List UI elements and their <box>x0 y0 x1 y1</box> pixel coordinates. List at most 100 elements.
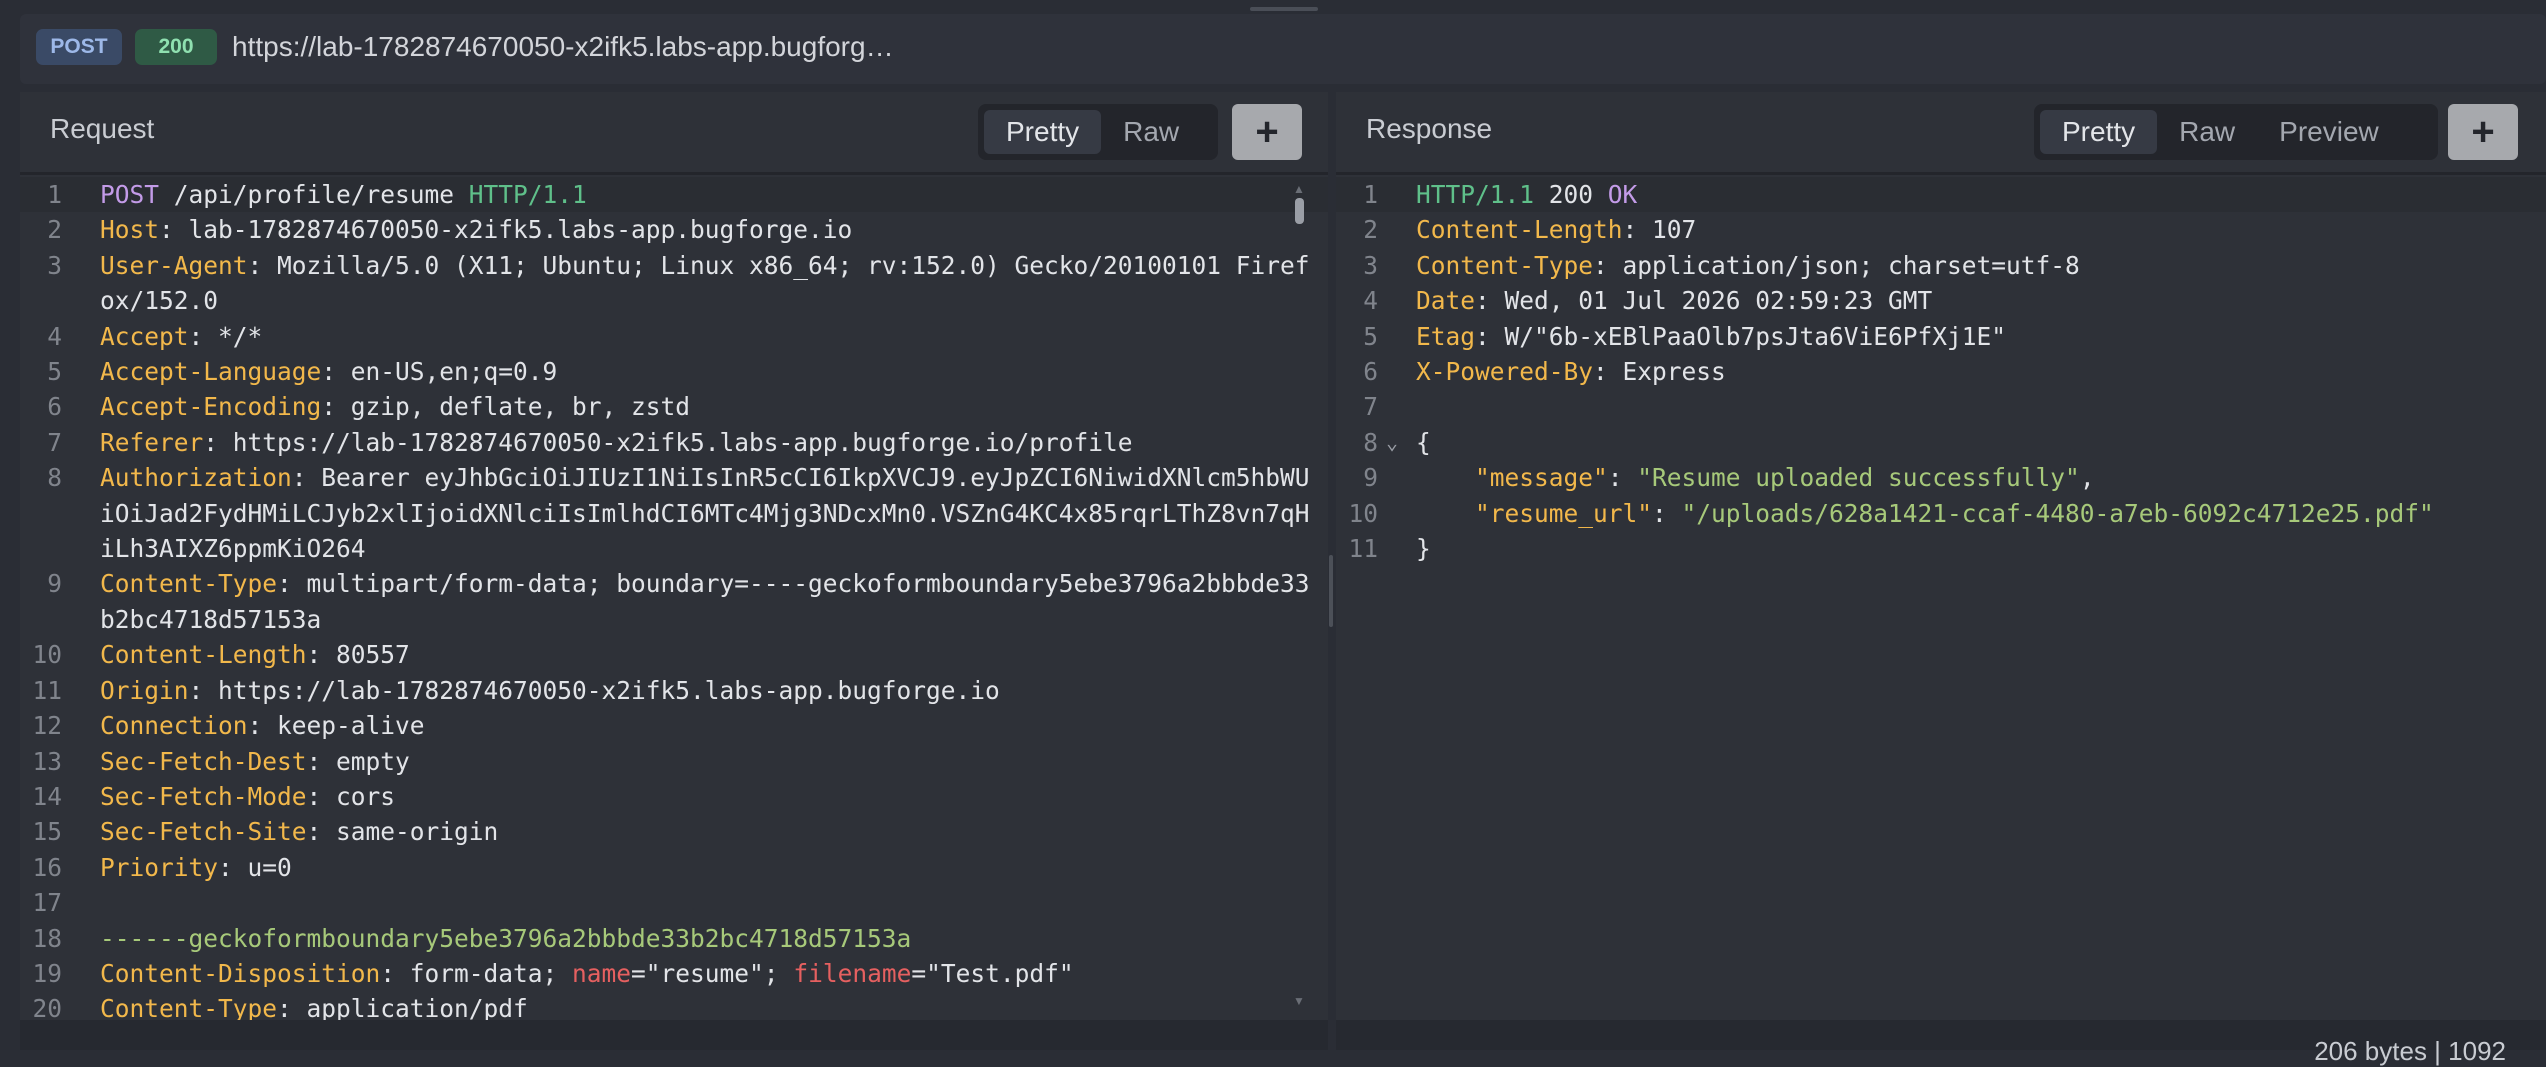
line-text: ------geckoformboundary5ebe3796a2bbbde33… <box>100 921 1315 956</box>
code-line: 2 Content-Length: 107 <box>1336 212 2546 247</box>
line-number: 16 <box>32 852 62 882</box>
line-text: Accept: */* <box>100 319 1315 354</box>
line-number: 5 <box>47 357 62 387</box>
line-number: 12 <box>32 711 62 741</box>
line-number: 5 <box>1363 321 1378 351</box>
request-view-tabs: Pretty Raw <box>978 104 1218 160</box>
response-viewer[interactable]: 1 HTTP/1.1 200 OK 2 Content-Length: 107 3 Con… <box>1336 177 2546 1050</box>
response-add-button[interactable]: + <box>2448 104 2518 160</box>
token: Referer <box>100 427 204 457</box>
token: HTTP/1.1 <box>468 180 587 209</box>
scroll-up-icon[interactable]: ▲ <box>1293 182 1305 196</box>
token: : Mozilla/5.0 (X11; Ubuntu; Linux x86_64… <box>100 250 1310 316</box>
line-number: 1 <box>47 180 62 209</box>
request-url-bar: POST 200 https://lab-1782874670050-x2ifk… <box>20 14 2546 84</box>
code-line: 10 Content-Length: 80557 <box>20 637 1328 672</box>
token: : u=0 <box>218 852 292 882</box>
line-text: { <box>1416 425 2546 460</box>
line-number: 10 <box>1348 498 1378 528</box>
code-line: 3 Content-Type: application/json; charset… <box>1336 248 2546 283</box>
scroll-thumb[interactable] <box>1295 198 1304 224</box>
token: "Resume uploaded successfully" <box>1637 463 2080 493</box>
line-text: X-Powered-By: Express <box>1416 354 2546 389</box>
token: Content-Length <box>100 640 307 670</box>
token: Date <box>1416 286 1476 316</box>
line-text: Referer: https://lab-1782874670050-x2ifk… <box>100 425 1315 460</box>
token: Host <box>100 215 160 245</box>
code-line: 13 Sec-Fetch-Dest: empty <box>20 744 1328 779</box>
line-text: Date: Wed, 01 Jul 2026 02:59:23 GMT <box>1416 283 2546 318</box>
request-footer <box>20 1020 1328 1050</box>
code-line: 8 ⌄ { <box>1336 425 2546 460</box>
request-add-button[interactable]: + <box>1232 104 1302 160</box>
request-pane-title: Request <box>50 113 155 144</box>
token: OK <box>1607 180 1638 209</box>
token: Content-Type <box>100 569 278 599</box>
top-resize-grip[interactable] <box>0 0 2546 12</box>
line-number: 14 <box>32 781 62 811</box>
request-scrollbar[interactable]: ▲ ▼ <box>1292 180 1306 1008</box>
line-number: 7 <box>1363 392 1378 422</box>
request-url[interactable]: https://lab-1782874670050-x2ifk5.labs-ap… <box>232 31 894 63</box>
token: Content-Disposition <box>100 958 381 988</box>
token: : same-origin <box>306 817 499 847</box>
token: ="resume"; <box>631 958 794 988</box>
token: "message" <box>1475 463 1608 493</box>
grip-handle[interactable] <box>1250 7 1318 11</box>
line-number: 6 <box>47 392 62 422</box>
line-text: Sec-Fetch-Mode: cors <box>100 779 1315 814</box>
code-line: 8 Authorization: Bearer eyJhbGciOiJIUzI1N… <box>20 460 1328 566</box>
line-text: HTTP/1.1 200 OK <box>1416 177 2546 212</box>
tab-raw[interactable]: Raw <box>1101 110 1201 154</box>
line-text: "resume_url": "/uploads/628a1421-ccaf-44… <box>1416 496 2546 531</box>
line-number: 8 <box>1363 427 1378 457</box>
token: Content-Length <box>1416 215 1623 245</box>
line-text: User-Agent: Mozilla/5.0 (X11; Ubuntu; Li… <box>100 248 1315 319</box>
code-line: 19 Content-Disposition: form-data; name="… <box>20 956 1328 991</box>
code-line: 6 X-Powered-By: Express <box>1336 354 2546 389</box>
token: POST <box>100 180 160 209</box>
response-pane-header: Response Pretty Raw Preview + <box>1336 92 2546 175</box>
line-number: 13 <box>32 746 62 776</box>
request-pane-header: Request Pretty Raw + <box>20 92 1328 175</box>
tab-raw[interactable]: Raw <box>2157 110 2257 154</box>
token: : W/"6b-xEBlPaaOlb7psJta6ViE6PfXj1E" <box>1475 321 2007 351</box>
line-number: 4 <box>47 321 62 351</box>
code-line: 7 Referer: https://lab-1782874670050-x2if… <box>20 425 1328 460</box>
pane-splitter[interactable] <box>1329 555 1333 627</box>
request-pane: Request Pretty Raw + 1 POST /api/profile/… <box>20 92 1328 1050</box>
token: Sec-Fetch-Dest <box>100 746 307 776</box>
tab-pretty[interactable]: Pretty <box>2040 110 2158 154</box>
line-text: Sec-Fetch-Dest: empty <box>100 744 1315 779</box>
code-line: 2 Host: lab-1782874670050-x2ifk5.labs-app… <box>20 212 1328 247</box>
request-editor[interactable]: 1 POST /api/profile/resume HTTP/1.1 2 Host:… <box>20 177 1328 1050</box>
tab-pretty[interactable]: Pretty <box>984 110 1102 154</box>
token: Authorization <box>100 463 292 493</box>
line-number: 3 <box>47 250 62 280</box>
token: : https://lab-1782874670050-x2ifk5.labs-… <box>188 675 1000 705</box>
token: : */* <box>188 321 263 351</box>
token: Accept-Encoding <box>100 392 322 422</box>
token: "resume_url" <box>1475 498 1653 528</box>
line-text: "message": "Resume uploaded successfully… <box>1416 460 2546 495</box>
line-text: Origin: https://lab-1782874670050-x2ifk5… <box>100 673 1315 708</box>
line-number: 11 <box>1348 534 1378 564</box>
line-text <box>1416 389 2546 424</box>
token: Accept-Language <box>100 357 322 387</box>
token: ="Test.pdf" <box>911 958 1074 988</box>
line-text: Accept-Encoding: gzip, deflate, br, zstd <box>100 389 1315 424</box>
token: Connection <box>100 711 248 741</box>
status-badge: 200 <box>135 29 217 65</box>
token: : gzip, deflate, br, zstd <box>321 392 691 422</box>
token: : 80557 <box>306 640 410 670</box>
line-number: 2 <box>1363 215 1378 245</box>
tab-preview[interactable]: Preview <box>2257 110 2401 154</box>
fold-toggle-icon[interactable]: ⌄ <box>1386 425 1398 460</box>
token: : 107 <box>1622 215 1697 245</box>
line-number: 17 <box>32 888 62 918</box>
token: , <box>2079 463 2095 493</box>
token: Etag <box>1416 321 1476 351</box>
scroll-down-icon[interactable]: ▼ <box>1293 994 1305 1008</box>
